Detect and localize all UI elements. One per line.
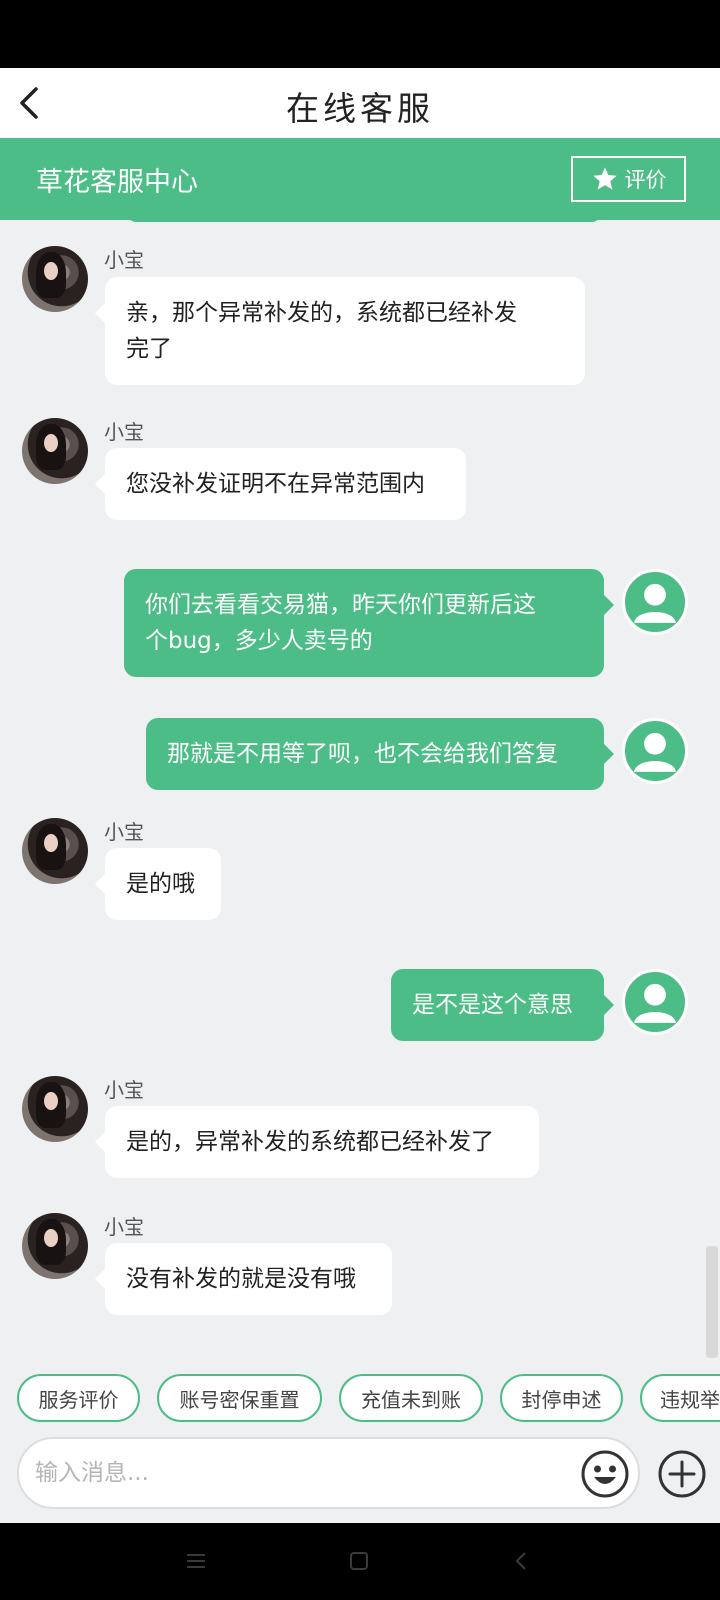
- quick-reply-violation-report[interactable]: 违规举报: [640, 1374, 720, 1422]
- message-line: 是的哦: [126, 871, 195, 897]
- message-line: 那就是不用等了呗，也不会给我们答复: [167, 741, 558, 767]
- quick-reply-account-reset[interactable]: 账号密保重置: [157, 1374, 322, 1422]
- sender-name: 小宝: [104, 248, 144, 272]
- back-nav-icon[interactable]: [510, 1549, 534, 1573]
- sender-name: 小宝: [104, 1078, 144, 1102]
- chat-scrollbar[interactable]: [706, 1246, 718, 1358]
- sender-name: 小宝: [104, 820, 144, 844]
- message-line: 亲，那个异常补发的，系统都已经补发: [126, 300, 517, 326]
- agent-avatar[interactable]: [22, 1076, 88, 1142]
- page-title: 在线客服: [286, 89, 434, 128]
- sender-name: 小宝: [104, 420, 144, 444]
- agent-avatar[interactable]: [22, 246, 88, 312]
- title-bar: 在线客服: [0, 68, 720, 138]
- user-avatar[interactable]: [622, 969, 688, 1035]
- quick-reply-recharge[interactable]: 充值未到账: [339, 1374, 483, 1422]
- message-bubble[interactable]: 是的哦: [95, 848, 221, 920]
- message-line: 没有补发的就是没有哦: [126, 1266, 356, 1292]
- status-bar: [0, 0, 720, 68]
- sender-name: 小宝: [104, 1215, 144, 1239]
- quick-reply-ban-appeal[interactable]: 封停申述: [500, 1374, 623, 1422]
- smiley-icon: [581, 1450, 629, 1498]
- plus-circle-icon: [658, 1450, 706, 1498]
- rate-button-label: 评价: [624, 168, 667, 192]
- person-icon: [634, 732, 676, 772]
- star-icon: [592, 167, 617, 190]
- emoji-button[interactable]: [580, 1449, 630, 1499]
- input-bar: [0, 1437, 720, 1523]
- service-bar: 草花客服中心 评价: [0, 138, 720, 220]
- message-line: 您没补发证明不在异常范围内: [126, 471, 425, 497]
- agent-avatar[interactable]: [22, 418, 88, 484]
- agent-avatar[interactable]: [22, 1213, 88, 1279]
- message-line: 个bug，多少人卖号的: [145, 628, 373, 654]
- quick-reply-bar[interactable]: 服务评价 账号密保重置 充值未到账 封停申述 违规举报: [0, 1361, 720, 1437]
- message-bubble[interactable]: 你们去看看交易猫，昨天你们更新后这 个bug，多少人卖号的: [124, 569, 614, 677]
- rate-button[interactable]: 评价: [571, 156, 686, 202]
- message-line: 你们去看看交易猫，昨天你们更新后这: [145, 592, 536, 618]
- message-bubble[interactable]: 没有补发的就是没有哦: [95, 1243, 392, 1315]
- user-avatar[interactable]: [622, 718, 688, 784]
- system-nav-bar: [0, 1523, 720, 1600]
- service-center-name: 草花客服中心: [36, 167, 198, 198]
- message-line: 是不是这个意思: [412, 992, 573, 1018]
- user-avatar[interactable]: [622, 569, 688, 635]
- person-icon: [634, 983, 676, 1023]
- previous-message-edge: [128, 220, 600, 222]
- menu-icon[interactable]: [184, 1549, 208, 1573]
- message-bubble[interactable]: 您没补发证明不在异常范围内: [95, 448, 466, 520]
- message-input[interactable]: [17, 1437, 640, 1509]
- plus-button[interactable]: [657, 1449, 707, 1499]
- message-bubble[interactable]: 是不是这个意思: [391, 969, 614, 1041]
- agent-avatar[interactable]: [22, 818, 88, 884]
- message-line: 是的，异常补发的系统都已经补发了: [126, 1129, 494, 1155]
- chat-area[interactable]: 小宝 亲，那个异常补发的，系统都已经补发 完了 小宝 您没补发证明不在异常范围内…: [0, 220, 720, 1361]
- message-bubble[interactable]: 那就是不用等了呗，也不会给我们答复: [146, 718, 614, 790]
- home-icon[interactable]: [347, 1549, 371, 1573]
- person-icon: [634, 583, 676, 623]
- message-line: 完了: [126, 336, 172, 362]
- quick-reply-service-rating[interactable]: 服务评价: [17, 1374, 140, 1422]
- message-bubble[interactable]: 是的，异常补发的系统都已经补发了: [95, 1106, 539, 1178]
- message-bubble[interactable]: 亲，那个异常补发的，系统都已经补发 完了: [95, 277, 585, 385]
